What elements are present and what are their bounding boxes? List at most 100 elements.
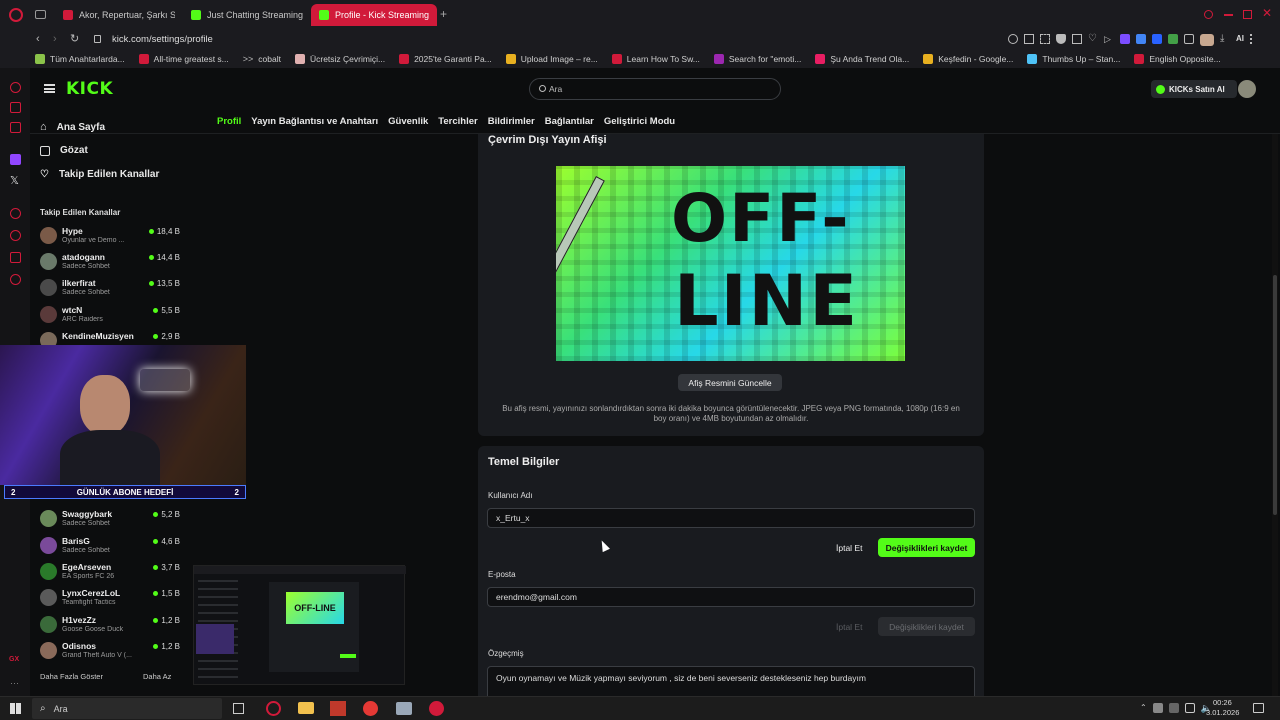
app-icon[interactable] [330,701,346,716]
bookmark-item[interactable]: Learn How To Sw... [605,54,707,64]
task-view-icon[interactable] [233,703,244,714]
search-input[interactable]: Ara [549,84,562,94]
download-green-icon[interactable] [1168,34,1178,44]
bookmark-item[interactable]: Upload Image – re... [499,54,605,64]
settings-icon[interactable] [10,274,21,285]
tab-security[interactable]: Güvenlik [383,116,433,127]
menu-icon[interactable] [1250,34,1253,44]
channel-item[interactable]: EgeArseven EA Sports FC 26 3,7 B [40,560,180,584]
bookmark-item[interactable]: Search for "emoti... [707,54,808,64]
cancel-button[interactable]: İptal Et [836,543,862,553]
twitch-icon[interactable] [10,154,21,165]
file-explorer-icon[interactable] [298,702,314,714]
translate-icon[interactable] [1136,34,1146,44]
buy-kicks-button[interactable]: KICKs Satın Al [1151,80,1237,98]
screenshot-icon[interactable] [1040,34,1050,44]
bookmark-item[interactable]: >> cobalt [236,54,288,64]
network-icon[interactable] [1184,703,1195,713]
x-icon[interactable]: 𝕏 [10,174,19,187]
channel-item[interactable]: Swaggybark Sadece Sohbet 5,2 B [40,507,180,531]
media-player-icon[interactable] [363,701,378,716]
update-banner-button[interactable]: Afiş Resmini Güncelle [678,374,782,391]
bookmark-item[interactable]: 2025'te Garanti Pa... [392,54,499,64]
app-icon[interactable] [396,702,412,715]
show-less-link[interactable]: Daha Az [143,672,171,681]
profile-avatar[interactable] [1200,34,1214,46]
tab-preferences[interactable]: Tercihler [433,116,482,127]
tray-app-icon[interactable] [1168,703,1179,713]
new-tab-button[interactable]: + [440,7,447,21]
clock-date[interactable]: 3.01.2026 [1206,708,1239,717]
bookmark-item[interactable]: Thumbs Up – Stan... [1020,54,1127,64]
messenger-icon[interactable] [10,122,21,133]
aria-icon[interactable] [10,82,21,93]
channel-item[interactable]: LynxCerezLoL Teamfight Tactics 1,5 B [40,586,180,610]
reload-icon[interactable]: ↻ [70,32,79,45]
channel-item[interactable]: Hype Oyunlar ve Demo ... 18,4 B [40,224,180,248]
sidebar-item-browse[interactable]: Gözat [40,145,88,156]
puzzle-icon[interactable] [1184,34,1194,44]
username-input[interactable]: x_Ertu_x [487,508,975,528]
save-button-disabled[interactable]: Değişiklikleri kaydet [878,617,975,636]
more-icon[interactable]: ··· [10,678,19,688]
maximize-icon[interactable] [1243,10,1252,19]
music-icon[interactable] [10,208,21,219]
recording-app-icon[interactable] [429,701,444,716]
taskbar-search[interactable]: ⌕ Ara [32,698,222,719]
windows-start-icon[interactable] [10,703,21,714]
browser-tab[interactable]: Just Chatting Streaming - [183,4,303,26]
download-icon[interactable]: ⤓ [1220,34,1230,44]
opera-taskbar-icon[interactable] [266,701,281,716]
tray-app-icon[interactable] [1152,703,1163,713]
tab-switcher-icon[interactable] [35,10,46,19]
ai-icon[interactable]: AI [1236,34,1244,46]
back-icon[interactable]: ‹ [36,33,40,45]
tab-developer[interactable]: Geliştirici Modu [599,116,680,127]
url-field[interactable]: kick.com/settings/profile [112,34,213,45]
search-bar[interactable]: Ara [529,78,781,100]
zoom-icon[interactable] [1008,34,1018,44]
pin-icon[interactable] [1024,34,1034,44]
clock-time[interactable]: 00:26 [1213,698,1232,707]
extension-purple-icon[interactable] [1120,34,1130,44]
notifications-icon[interactable] [1253,703,1264,713]
tab-profile[interactable]: Profil [212,116,246,127]
bio-textarea[interactable]: Oyun oynamayı ve Müzik yapmayı seviyorum… [487,666,975,696]
avatar[interactable] [1238,80,1256,98]
email-input[interactable]: erendmo@gmail.com [487,587,975,607]
shield-icon[interactable] [1056,34,1066,44]
channel-item[interactable]: H1vezZz Goose Goose Duck 1,2 B [40,613,180,637]
history-icon[interactable] [10,230,21,241]
bookmark-item[interactable]: Şu Anda Trend Ola... [808,54,916,64]
channel-item[interactable]: BarisG Sadece Sohbet 4,6 B [40,534,180,558]
channel-item[interactable]: atadogann Sadece Sohbet 14,4 B [40,250,180,274]
tab-stream-key[interactable]: Yayın Bağlantısı ve Anahtarı [246,116,383,127]
bookmark-item[interactable]: Ücretsiz Çevrimiçi... [288,54,392,64]
extensions-icon[interactable] [10,252,21,263]
channel-item[interactable]: ilkerfirat Sadece Sohbet 13,5 B [40,276,180,300]
channel-item[interactable]: Odisnos Grand Theft Auto V (... 1,2 B [40,639,180,663]
heart-icon[interactable]: ♡ [1088,34,1098,44]
tab-notifications[interactable]: Bildirimler [483,116,540,127]
chevron-up-icon[interactable]: ⌃ [1140,703,1147,714]
opera-logo-icon[interactable] [9,8,23,22]
show-more-link[interactable]: Daha Fazla Göster [40,672,103,681]
bookmark-icon[interactable] [1072,34,1082,44]
save-button[interactable]: Değişiklikleri kaydet [878,538,975,557]
forward-icon[interactable]: › [53,33,57,45]
workspace-icon[interactable] [10,102,21,113]
bookmark-item[interactable]: English Opposite... [1127,54,1227,64]
kick-logo[interactable]: KICK [66,79,113,99]
bookmark-item[interactable]: All-time greatest s... [132,54,236,64]
cancel-button-disabled[interactable]: İptal Et [836,622,862,632]
extension-blue-icon[interactable] [1152,34,1162,44]
browser-tab[interactable]: Akor, Repertuar, Şarkı Söz [55,4,175,26]
play-icon[interactable]: ▷ [1104,34,1114,44]
bookmark-item[interactable]: Tüm Anahtarlarda... [28,54,132,64]
search-tabs-icon[interactable] [1204,10,1213,19]
bookmark-item[interactable]: Keşfedin - Google... [916,54,1020,64]
scrollbar-thumb[interactable] [1273,275,1277,515]
sidebar-item-following[interactable]: ♡ Takip Edilen Kanallar [40,169,159,180]
gx-icon[interactable]: GX [9,656,19,663]
close-icon[interactable]: ✕ [1262,6,1272,20]
